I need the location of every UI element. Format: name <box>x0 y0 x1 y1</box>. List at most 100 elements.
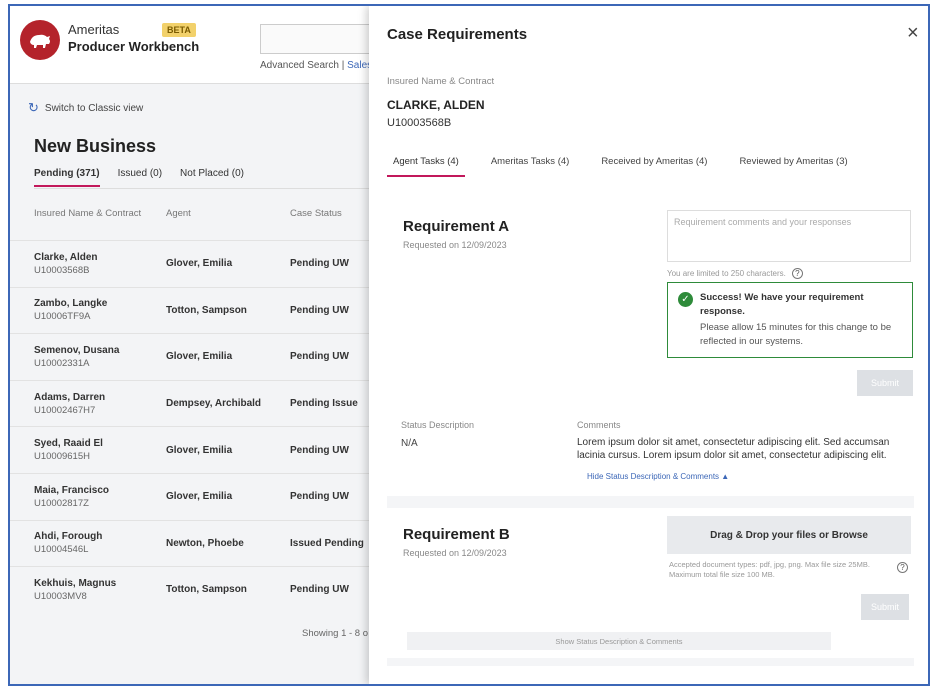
status-description-value: N/A <box>401 438 418 449</box>
insured-name: Clarke, Alden <box>34 251 98 263</box>
tab-issued[interactable]: Issued (0) <box>118 168 162 187</box>
submit-button[interactable]: Submit <box>861 594 909 620</box>
insured-name: Semenov, Dusana <box>34 344 120 356</box>
tab-ameritas-tasks[interactable]: Ameritas Tasks (4) <box>485 156 575 177</box>
requirement-card: Requirement B Requested on 12/09/2023 Dr… <box>387 508 914 658</box>
submit-button[interactable]: Submit <box>857 370 913 396</box>
case-requirements-drawer: Case Requirements × Insured Name & Contr… <box>369 6 928 684</box>
adv-sep: | <box>338 60 348 71</box>
drawer-title: Case Requirements <box>387 26 528 43</box>
toggle-details-link[interactable]: Show Status Description & Comments <box>407 632 831 650</box>
app-frame: Ameritas Producer Workbench BETA Advance… <box>8 4 930 686</box>
table-row[interactable]: Adams, Darren U10002467H7 Dempsey, Archib… <box>10 379 370 427</box>
response-textarea[interactable]: Requirement comments and your responses <box>667 210 911 262</box>
contract-number: U10002817Z <box>34 497 89 509</box>
contract-number: U10002467H7 <box>34 404 96 416</box>
insured-name: Kekhuis, Magnus <box>34 577 117 589</box>
switch-classic-label: Switch to Classic view <box>44 102 144 114</box>
requirement-title: Requirement A <box>403 218 510 235</box>
case-status: Pending UW <box>290 491 349 503</box>
character-limit: You are limited to 250 characters. ? <box>667 268 803 279</box>
case-status: Pending UW <box>290 584 349 596</box>
contract-number: U10009615H <box>34 451 90 463</box>
toggle-details-link[interactable]: Hide Status Description & Comments ▲ <box>587 472 729 481</box>
tab-reviewed[interactable]: Reviewed by Ameritas (3) <box>733 156 853 177</box>
requirement-date: Requested on 12/09/2023 <box>403 548 507 558</box>
insured-label: Insured Name & Contract <box>387 76 495 87</box>
character-limit-text: You are limited to 250 characters. <box>667 269 786 278</box>
tab-received[interactable]: Received by Ameritas (4) <box>595 156 713 177</box>
help-icon[interactable]: ? <box>897 562 908 573</box>
case-status: Pending Issue <box>290 398 358 410</box>
table-row[interactable]: Clarke, Alden U10003568B Glover, Emilia P… <box>10 240 370 287</box>
advanced-search-link[interactable]: Advanced Search <box>260 60 339 71</box>
contract-number: U10006TF9A <box>34 311 91 323</box>
switch-classic-view[interactable]: ↻ Switch to Classic view <box>28 100 143 116</box>
column-insured[interactable]: Insured Name & Contract <box>34 208 166 219</box>
table-row[interactable]: Zambo, Langke U10006TF9A Totton, Sampson … <box>10 286 370 334</box>
file-dropzone[interactable]: Drag & Drop your files or Browse <box>667 516 911 554</box>
requirements-list: Requirement A Requested on 12/09/2023 Re… <box>387 196 914 666</box>
requirement-card: Requirement A Requested on 12/09/2023 Re… <box>387 196 914 496</box>
brand-subtitle: Producer Workbench <box>68 39 200 54</box>
success-heading: Success! We have your requirement respon… <box>700 292 864 317</box>
file-upload-note: Accepted document types: pdf, jpg, png. … <box>669 560 870 579</box>
insured-name: Ahdi, Forough <box>34 531 103 543</box>
insured-name: Zambo, Langke <box>34 298 108 310</box>
agent-name: Glover, Emilia <box>166 351 233 363</box>
case-table-body: Clarke, Alden U10003568B Glover, Emilia P… <box>10 240 370 613</box>
agent-name: Totton, Sampson <box>166 304 247 316</box>
page-title: New Business <box>34 136 157 156</box>
column-status[interactable]: Case Status <box>290 208 370 219</box>
success-alert: ✓ Success! We have your requirement resp… <box>667 282 913 358</box>
agent-name: Glover, Emilia <box>166 258 233 270</box>
advanced-search: Advanced Search | Sales <box>260 60 372 71</box>
requirement-title: Requirement B <box>403 526 510 543</box>
case-status: Pending UW <box>290 444 349 456</box>
tab-agent-tasks[interactable]: Agent Tasks (4) <box>387 156 465 177</box>
table-header: Insured Name & Contract Agent Case Statu… <box>34 208 370 219</box>
new-business-tabs: Pending (371) Issued (0) Not Placed (0) <box>34 168 244 187</box>
contract-number: U10003MV8 <box>34 590 87 602</box>
agent-name: Dempsey, Archibald <box>166 398 262 410</box>
column-agent[interactable]: Agent <box>166 208 290 219</box>
ameritas-bison-logo[interactable] <box>20 20 60 60</box>
tabs-divider <box>34 188 370 189</box>
check-circle-icon: ✓ <box>678 292 693 307</box>
tab-not-placed[interactable]: Not Placed (0) <box>180 168 244 187</box>
status-description-label: Status Description <box>401 420 475 430</box>
comments-value: Lorem ipsum dolor sit amet, consectetur … <box>577 437 890 461</box>
case-status: Pending UW <box>290 351 349 363</box>
help-icon[interactable]: ? <box>791 268 803 279</box>
header-search-input[interactable] <box>260 24 380 54</box>
table-row[interactable]: Kekhuis, Magnus U10003MV8 Totton, Sampson… <box>10 566 370 613</box>
bison-icon <box>30 34 50 48</box>
insured-name: Maia, Francisco <box>34 484 110 496</box>
requirement-date: Requested on 12/09/2023 <box>403 240 507 250</box>
success-body: Please allow 15 minutes for this change … <box>700 322 892 347</box>
insured-name: Adams, Darren <box>34 391 106 403</box>
contract-number: U10003568B <box>34 264 90 276</box>
table-row[interactable]: Maia, Francisco U10002817Z Glover, Emilia… <box>10 472 370 520</box>
close-icon[interactable]: × <box>907 22 919 45</box>
agent-name: Glover, Emilia <box>166 444 233 456</box>
table-row[interactable]: Syed, Raaid El U10009615H Glover, Emilia … <box>10 426 370 473</box>
beta-badge: BETA <box>162 23 196 37</box>
insured-contract: U10003568B <box>387 117 452 129</box>
case-status: Pending UW <box>290 304 349 316</box>
agent-name: Glover, Emilia <box>166 491 233 503</box>
contract-number: U10002331A <box>34 357 90 369</box>
contract-number: U10004546L <box>34 544 89 556</box>
case-status: Issued Pending <box>290 537 364 549</box>
refresh-icon: ↻ <box>28 100 39 115</box>
insured-name: CLARKE, ALDEN <box>387 98 485 112</box>
insured-name: Syed, Raaid El <box>34 438 103 450</box>
agent-name: Newton, Phoebe <box>166 537 244 549</box>
comments-label: Comments <box>577 420 621 430</box>
pagination-summary: Showing 1 - 8 o <box>302 628 369 639</box>
requirement-tabs: Agent Tasks (4) Ameritas Tasks (4) Recei… <box>387 156 854 177</box>
tab-pending[interactable]: Pending (371) <box>34 168 100 187</box>
table-row[interactable]: Ahdi, Forough U10004546L Newton, Phoebe I… <box>10 519 370 567</box>
table-row[interactable]: Semenov, Dusana U10002331A Glover, Emilia… <box>10 333 370 380</box>
agent-name: Totton, Sampson <box>166 584 247 596</box>
